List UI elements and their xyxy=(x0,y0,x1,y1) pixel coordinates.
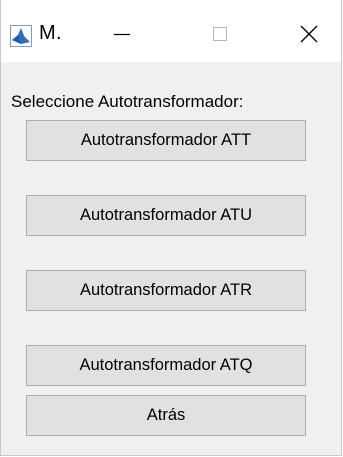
window-title: M. xyxy=(39,22,62,44)
maximize-button[interactable] xyxy=(198,14,242,54)
dialog-content: Seleccione Autotransformador: Autotransf… xyxy=(1,62,341,455)
atr-button[interactable]: Autotransformador ATR xyxy=(26,270,306,311)
title-bar[interactable]: M. xyxy=(1,0,341,62)
close-icon xyxy=(300,25,318,43)
maximize-icon xyxy=(213,27,227,41)
minimize-icon xyxy=(114,33,130,36)
figure-window: M. Seleccione Autotransformador: Autotra… xyxy=(0,0,342,456)
close-button[interactable] xyxy=(287,14,331,54)
back-button[interactable]: Atrás xyxy=(26,395,306,436)
prompt-label: Seleccione Autotransformador: xyxy=(11,92,244,111)
att-button[interactable]: Autotransformador ATT xyxy=(26,120,306,161)
minimize-button[interactable] xyxy=(100,14,144,54)
atq-button[interactable]: Autotransformador ATQ xyxy=(26,345,306,386)
matlab-icon[interactable] xyxy=(10,25,32,47)
atu-button[interactable]: Autotransformador ATU xyxy=(26,195,306,236)
